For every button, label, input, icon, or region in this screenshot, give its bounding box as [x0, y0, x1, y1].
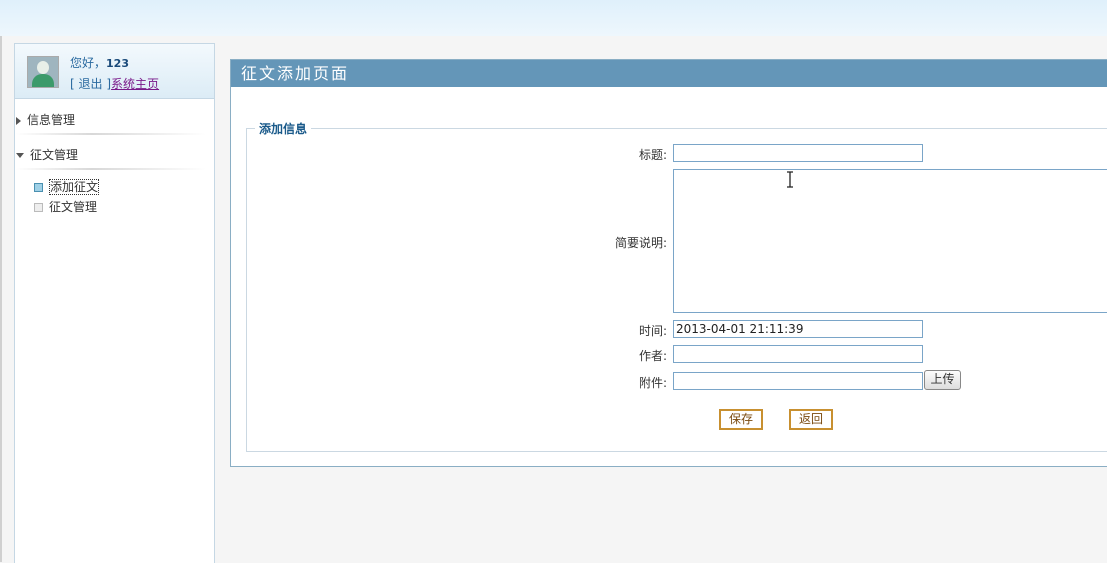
- summary-textarea[interactable]: [673, 169, 1107, 313]
- sub-item-add-essay[interactable]: 添加征文: [34, 178, 100, 196]
- menu-label: 信息管理: [27, 113, 76, 127]
- username: 123: [106, 57, 129, 70]
- author-label: 作者:: [638, 349, 667, 363]
- time-label: 时间:: [638, 324, 667, 338]
- attachment-input[interactable]: [673, 372, 923, 390]
- menu-divider: [16, 168, 206, 170]
- time-input[interactable]: [673, 320, 923, 338]
- back-button[interactable]: 返回: [789, 409, 833, 430]
- chevron-right-icon: [16, 116, 21, 125]
- user-links: [ 退出 ]系统主页: [70, 75, 159, 92]
- left-edge: [0, 36, 2, 562]
- menu-essay-management[interactable]: 征文管理: [16, 143, 196, 167]
- summary-label: 简要说明:: [614, 236, 667, 250]
- sub-item-label: 添加征文: [49, 179, 100, 195]
- author-input[interactable]: [673, 345, 923, 363]
- text-cursor-icon: [787, 171, 793, 188]
- title-input[interactable]: [673, 144, 923, 162]
- logout-link[interactable]: 退出: [79, 77, 103, 91]
- avatar: [27, 56, 59, 88]
- greeting: 您好，123: [70, 54, 129, 71]
- title-label: 标题:: [638, 148, 667, 162]
- fieldset-legend: 添加信息: [259, 122, 308, 136]
- save-button[interactable]: 保存: [719, 409, 763, 430]
- page-title: 征文添加页面: [231, 60, 1107, 87]
- bullet-square-icon: [34, 183, 43, 192]
- sub-item-label: 征文管理: [49, 200, 98, 214]
- menu-info-management[interactable]: 信息管理: [16, 108, 196, 132]
- upload-button[interactable]: 上传: [924, 370, 961, 390]
- sub-item-manage-essay[interactable]: 征文管理: [34, 198, 97, 216]
- user-panel: 您好，123 [ 退出 ]系统主页: [15, 44, 214, 99]
- greeting-text: 您好，: [70, 56, 107, 70]
- menu-divider: [16, 133, 206, 135]
- bracket-open: [: [70, 77, 75, 91]
- home-link[interactable]: 系统主页: [111, 77, 159, 91]
- menu-label: 征文管理: [30, 148, 79, 162]
- attachment-label: 附件:: [638, 376, 667, 390]
- top-banner: [0, 0, 1107, 36]
- bullet-square-icon: [34, 203, 43, 212]
- chevron-down-icon: [16, 153, 24, 158]
